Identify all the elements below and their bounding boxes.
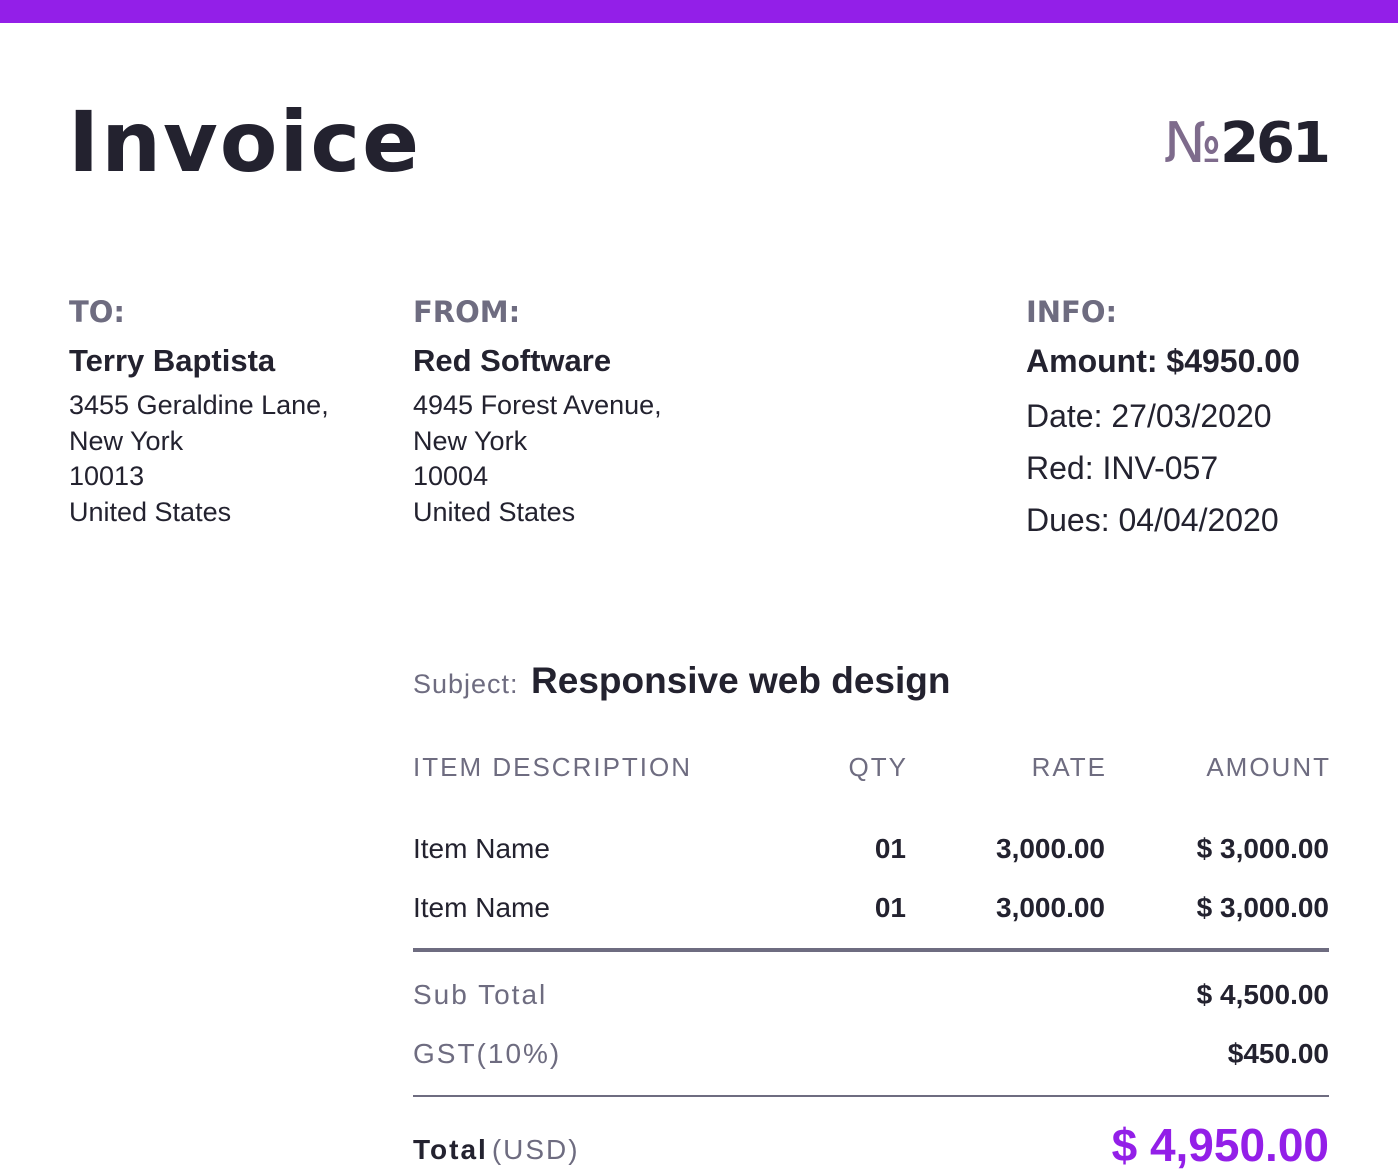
- bill-from-street: 4945 Forest Avenue,: [413, 390, 662, 420]
- subtotal-label: Sub Total: [413, 979, 548, 1010]
- gst-label: GST(10%): [413, 1038, 562, 1069]
- subtotal-value: $ 4,500.00: [1196, 979, 1329, 1010]
- item-amount: $ 3,000.00: [1196, 833, 1329, 864]
- item-rate: 3,000.00: [996, 892, 1105, 923]
- bill-from-city: New York: [413, 425, 528, 456]
- info-label: INFO:: [1026, 295, 1118, 329]
- page-title: Invoice: [68, 93, 422, 191]
- column-header-qty: QTY: [848, 752, 908, 782]
- items-table-header: ITEM DESCRIPTION QTY RATE AMOUNT: [413, 752, 1329, 784]
- total-row: Total (USD) $ 4,950.00: [413, 1120, 1329, 1168]
- item-rate: 3,000.00: [996, 833, 1105, 864]
- bill-from-name: Red Software: [413, 343, 612, 378]
- total-value: $ 4,950.00: [1111, 1119, 1329, 1171]
- bill-from-label: FROM:: [413, 295, 521, 329]
- items-divider: [413, 948, 1329, 952]
- item-qty: 01: [874, 833, 906, 864]
- column-header-description: ITEM DESCRIPTION: [413, 752, 693, 782]
- invoice-number: №261: [1164, 116, 1331, 172]
- bill-to-zip: 10013: [69, 461, 145, 491]
- item-amount: $ 3,000.00: [1196, 892, 1329, 923]
- gst-value: $450.00: [1227, 1038, 1329, 1069]
- bill-to-street: 3455 Geraldine Lane,: [69, 390, 329, 420]
- number-symbol: №: [1163, 111, 1222, 176]
- item-qty: 01: [874, 892, 906, 923]
- table-row: Item Name 01 3,000.00 $ 3,000.00: [413, 833, 1329, 867]
- info-reference: Red: INV-057: [1026, 450, 1219, 486]
- bill-to-city: New York: [69, 425, 184, 456]
- bill-to-country: United States: [69, 496, 232, 527]
- invoice-number-value: 261: [1220, 111, 1331, 176]
- bill-from-zip: 10004: [413, 461, 489, 491]
- column-header-amount: AMOUNT: [1206, 752, 1331, 782]
- info-due-date: Dues: 04/04/2020: [1026, 502, 1279, 538]
- gst-row: GST(10%) $450.00: [413, 1038, 1329, 1072]
- bill-to-label: TO:: [69, 295, 126, 329]
- top-accent-bar: [0, 0, 1398, 23]
- column-header-rate: RATE: [1031, 752, 1107, 782]
- bill-from-country: United States: [413, 496, 576, 527]
- bill-to-section: TO: Terry Baptista 3455 Geraldine Lane, …: [69, 298, 329, 530]
- subject-label: Subject:: [413, 669, 519, 699]
- info-amount: Amount: $4950.00: [1026, 343, 1300, 379]
- bill-to-name: Terry Baptista: [69, 343, 276, 378]
- subject-line: Subject: Responsive web design: [413, 660, 950, 702]
- info-date: Date: 27/03/2020: [1026, 398, 1272, 434]
- summary-divider: [413, 1095, 1329, 1097]
- item-description: Item Name: [413, 892, 550, 923]
- subtotal-row: Sub Total $ 4,500.00: [413, 979, 1329, 1013]
- subject-value: Responsive web design: [531, 660, 951, 701]
- total-currency: (USD): [491, 1134, 580, 1165]
- total-label: Total (USD): [413, 1134, 580, 1166]
- table-row: Item Name 01 3,000.00 $ 3,000.00: [413, 892, 1329, 926]
- total-word: Total: [413, 1134, 488, 1165]
- item-description: Item Name: [413, 833, 550, 864]
- info-section: INFO: Amount: $4950.00 Date: 27/03/2020 …: [1026, 298, 1300, 546]
- bill-from-section: FROM: Red Software 4945 Forest Avenue, N…: [413, 298, 662, 530]
